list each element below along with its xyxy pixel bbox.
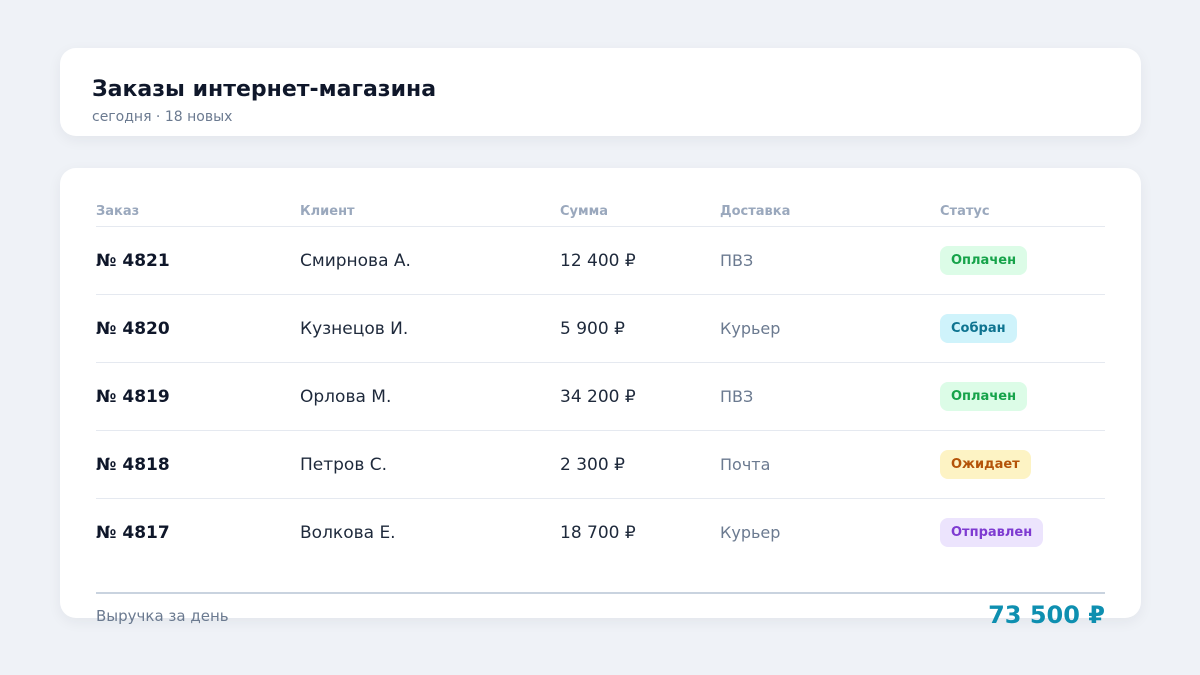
orders-table: Заказ Клиент Сумма Доставка Статус № 482…	[96, 196, 1105, 566]
status-badge: Собран	[940, 314, 1017, 343]
delivery-method: ПВЗ	[720, 226, 940, 295]
footer-divider	[96, 592, 1105, 594]
column-header-delivery[interactable]: Доставка	[720, 196, 940, 227]
status-badge: Оплачен	[940, 382, 1028, 411]
status-cell: Оплачен	[940, 362, 1105, 431]
order-number[interactable]: № 4820	[96, 294, 300, 363]
daily-revenue-total: 73 500 ₽	[988, 601, 1105, 629]
header-card: Заказы интернет-магазина сегодня · 18 но…	[60, 48, 1141, 136]
status-badge: Ожидает	[940, 450, 1031, 479]
order-amount: 34 200 ₽	[560, 362, 720, 431]
status-badge: Оплачен	[940, 246, 1028, 275]
orders-card: Заказ Клиент Сумма Доставка Статус № 482…	[60, 168, 1141, 629]
delivery-method: Курьер	[720, 523, 781, 542]
table-header-row: Заказ Клиент Сумма Доставка Статус	[96, 196, 1105, 227]
column-header-order[interactable]: Заказ	[96, 196, 300, 227]
order-number[interactable]: № 4817	[96, 499, 300, 567]
order-amount: 2 300 ₽	[560, 430, 720, 499]
delivery-method: ПВЗ	[720, 362, 940, 431]
order-amount: 12 400 ₽	[560, 226, 720, 295]
order-amount: 5 900 ₽	[560, 294, 720, 363]
page-subtitle: сегодня · 18 новых	[92, 109, 233, 125]
table-row[interactable]: № 4821 Смирнова А. 12 400 ₽ ПВЗ Оплачен	[96, 226, 1105, 295]
column-header-status[interactable]: Статус	[940, 196, 1105, 227]
table-row[interactable]: № 4817 Волкова Е. 18 700 ₽ Курьер Отправ…	[96, 499, 1105, 567]
client-name: Смирнова А.	[300, 226, 560, 295]
table-row[interactable]: № 4819 Орлова М. 34 200 ₽ ПВЗ Оплачен	[96, 362, 1105, 431]
delivery-method: Курьер	[720, 294, 940, 363]
client-name: Кузнецов И.	[300, 294, 560, 363]
order-number[interactable]: № 4818	[96, 430, 300, 499]
status-cell: Отправлен	[940, 499, 1105, 567]
daily-revenue-label: Выручка за день	[96, 607, 229, 625]
column-header-client[interactable]: Клиент	[300, 196, 560, 227]
client-name: Орлова М.	[300, 362, 560, 431]
table-row[interactable]: № 4820 Кузнецов И. 5 900 ₽ Курьер Собран	[96, 294, 1105, 363]
client-name: Петров С.	[300, 430, 560, 499]
order-amount: 18 700 ₽	[560, 522, 636, 543]
status-cell: Оплачен	[940, 226, 1105, 295]
order-number[interactable]: № 4821	[96, 226, 300, 295]
order-number[interactable]: № 4819	[96, 362, 300, 431]
client-name: Волкова Е.	[300, 522, 396, 543]
status-cell: Ожидает	[940, 430, 1105, 499]
status-badge: Отправлен	[940, 518, 1044, 547]
table-row[interactable]: № 4818 Петров С. 2 300 ₽ Почта Ожидает	[96, 430, 1105, 499]
column-header-amount[interactable]: Сумма	[560, 196, 720, 227]
page-title: Заказы интернет-магазина	[92, 77, 437, 102]
orders-table-wrapper: Заказ Клиент Сумма Доставка Статус № 482…	[96, 196, 1105, 566]
delivery-method: Почта	[720, 430, 940, 499]
status-cell: Собран	[940, 294, 1105, 363]
